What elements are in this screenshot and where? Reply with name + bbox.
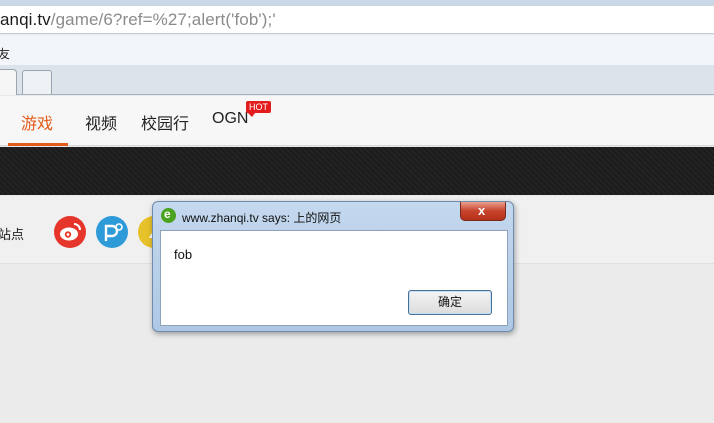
- hot-badge: HOT: [246, 101, 271, 117]
- dialog-body: fob 确定: [160, 230, 508, 326]
- tab-bar: x: [0, 65, 714, 95]
- nav-item-campus[interactable]: 校园行: [141, 110, 189, 134]
- nav-item-games[interactable]: 游戏: [21, 110, 53, 134]
- address-bar[interactable]: anqi.tv/game/6?ref=%27;alert('fob');': [0, 6, 714, 34]
- bookmarks-bar: 友: [0, 35, 714, 65]
- pp-icon[interactable]: [96, 216, 128, 248]
- nav-item-ogn[interactable]: OGN: [212, 110, 248, 128]
- alert-dialog: e www.zhanqi.tv says: 上的网页 x fob 确定: [152, 201, 514, 332]
- browser-tab-active[interactable]: x: [0, 69, 17, 95]
- site-nav: 游戏 视频 校园行 OGN: [0, 96, 714, 146]
- ok-button[interactable]: 确定: [408, 290, 492, 315]
- close-icon: x: [478, 203, 486, 218]
- dialog-message: fob: [174, 247, 193, 262]
- share-label: 站点: [0, 227, 25, 242]
- dialog-close-button[interactable]: x: [460, 202, 506, 221]
- new-tab-button[interactable]: [22, 70, 52, 94]
- nav-item-video[interactable]: 视频: [85, 110, 117, 134]
- bookmark-item[interactable]: 友: [0, 45, 10, 62]
- dialog-title: www.zhanqi.tv says: 上的网页: [182, 211, 342, 225]
- weibo-icon[interactable]: [54, 216, 86, 248]
- ie-icon: e: [161, 207, 176, 223]
- url-path: /game/6?ref=%27;alert('fob');': [50, 10, 276, 29]
- url-text[interactable]: anqi.tv/game/6?ref=%27;alert('fob');': [0, 10, 276, 30]
- nav-active-underline: [8, 143, 68, 146]
- dark-banner: [0, 147, 714, 195]
- url-host: anqi.tv: [0, 10, 51, 29]
